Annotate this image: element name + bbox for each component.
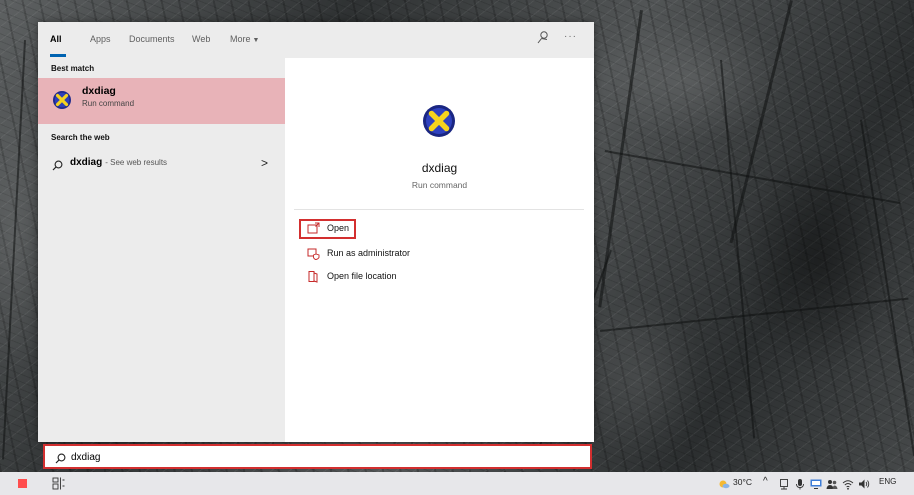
- task-view-icon[interactable]: [52, 477, 65, 490]
- microphone-icon[interactable]: [794, 477, 806, 490]
- detail-subtitle: Run command: [411, 180, 468, 190]
- weather-icon[interactable]: [718, 477, 730, 489]
- weather-temperature[interactable]: 30°C: [733, 477, 752, 487]
- search-box[interactable]: [43, 444, 592, 469]
- search-results-list: Best match dxdiag Run command Search the…: [38, 58, 285, 442]
- run-as-admin-label: Run as administrator: [327, 248, 411, 258]
- taskbar: 30°C ^ ENG: [0, 472, 914, 495]
- web-result-suffix: - See web results: [105, 158, 168, 167]
- best-match-subtitle: Run command: [82, 99, 135, 108]
- active-tab-indicator: [50, 54, 66, 57]
- tab-documents[interactable]: Documents: [129, 34, 175, 44]
- network-adapter-icon[interactable]: [778, 477, 790, 490]
- best-match-header: Best match: [51, 64, 95, 73]
- tab-more-label: More: [230, 34, 251, 44]
- wallpaper-crack: [600, 297, 909, 332]
- open-highlight-box: [299, 219, 356, 239]
- system-tray: 30°C ^ ENG: [718, 476, 908, 491]
- dxdiag-icon: [52, 90, 72, 110]
- search-web-header: Search the web: [51, 133, 110, 142]
- web-search-result[interactable]: dxdiag - See web results >: [38, 152, 285, 176]
- web-query-text: dxdiag: [70, 157, 103, 168]
- detail-divider: [294, 209, 584, 210]
- wallpaper-crack: [720, 59, 756, 439]
- start-search-panel: All Apps Documents Web More ▼ ··· Best ma…: [38, 22, 594, 442]
- display-icon[interactable]: [810, 477, 822, 489]
- search-icon: [52, 158, 63, 171]
- chevron-right-icon: >: [261, 156, 269, 170]
- tab-all[interactable]: All: [50, 34, 62, 44]
- caret-down-icon: ▼: [252, 37, 260, 44]
- tab-more[interactable]: More ▼: [230, 34, 259, 44]
- search-box-icon: [55, 451, 66, 464]
- result-detail-pane: dxdiag Run command Open Run as administr…: [285, 58, 594, 442]
- wallpaper-crack: [729, 0, 793, 244]
- open-file-location-label: Open file location: [327, 271, 397, 281]
- start-button[interactable]: [18, 479, 27, 488]
- tray-chevron-up-icon[interactable]: ^: [763, 476, 768, 487]
- search-filter-bar: All Apps Documents Web More ▼ ···: [38, 22, 594, 58]
- search-input[interactable]: [71, 449, 571, 465]
- language-indicator[interactable]: ENG: [879, 477, 896, 486]
- dxdiag-large-icon: [422, 104, 456, 138]
- best-match-title: dxdiag: [82, 85, 116, 97]
- volume-icon[interactable]: [858, 477, 870, 489]
- shield-run-icon: [307, 247, 320, 260]
- wallpaper-crack: [860, 119, 914, 456]
- folder-icon: [307, 270, 320, 283]
- feedback-icon[interactable]: [536, 30, 550, 44]
- more-options-icon[interactable]: ···: [564, 31, 577, 42]
- best-match-item[interactable]: dxdiag Run command: [38, 78, 285, 124]
- wallpaper-crack: [2, 40, 26, 460]
- wifi-icon[interactable]: [842, 477, 854, 490]
- detail-title: dxdiag: [421, 161, 458, 175]
- tab-apps[interactable]: Apps: [90, 34, 111, 44]
- tab-web[interactable]: Web: [192, 34, 210, 44]
- web-result-query: dxdiag - See web results: [70, 157, 167, 168]
- people-icon[interactable]: [826, 477, 838, 489]
